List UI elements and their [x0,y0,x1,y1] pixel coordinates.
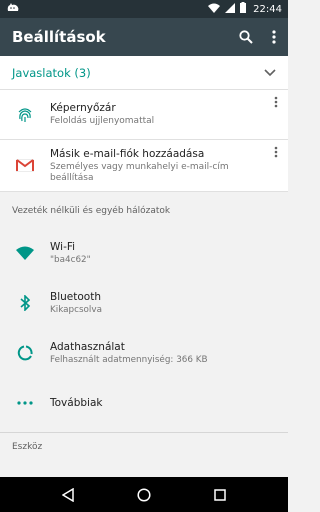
suggestion-title: Másik e-mail-fiók hozzáadása [50,147,205,160]
signal-icon [225,2,236,16]
settings-content: Javaslatok (3) Képernyőzár Feloldás ujjl… [0,56,288,477]
page-title: Beállítások [12,28,106,46]
settings-item-title: Wi-Fi [50,241,76,253]
status-bar: 22:44 [0,0,288,18]
cat-icon [6,2,20,16]
section-title-wireless: Vezeték nélküli és egyéb hálózatok [12,206,171,216]
data-usage-icon [17,345,33,361]
home-button[interactable] [124,477,164,512]
fingerprint-icon [18,107,32,122]
wifi-status-icon [208,3,221,16]
settings-item-title: Bluetooth [50,291,101,303]
settings-item-subtitle: Kikapcsolva [50,305,102,315]
suggestion-menu-button[interactable] [264,90,288,108]
settings-item-more[interactable]: Továbbiak [0,378,288,428]
recents-button[interactable] [200,477,240,512]
back-button[interactable] [48,477,88,512]
more-vert-icon [274,146,278,158]
section-title-device: Eszköz [12,442,43,452]
search-icon [239,30,253,44]
more-horiz-icon [17,401,33,405]
gmail-icon [16,159,34,172]
bluetooth-icon [20,295,30,311]
more-vert-icon [272,30,276,44]
home-icon [137,487,151,502]
settings-item-subtitle: "ba4c62" [50,255,91,265]
status-time: 22:44 [253,3,282,15]
more-vert-icon [274,96,278,108]
suggestion-title: Képernyőzár [50,102,116,114]
suggestion-screen-lock[interactable]: Képernyőzár Feloldás ujjlenyomattal [0,90,288,140]
overflow-menu-button[interactable] [260,18,288,56]
chevron-down-icon [264,68,276,76]
settings-item-wifi[interactable]: Wi-Fi "ba4c62" [0,228,288,278]
suggestion-subtitle: Személyes vagy munkahelyi e-mail-cím beá… [50,161,229,183]
suggestion-menu-button[interactable] [264,140,288,158]
suggestion-subtitle: Feloldás ujjlenyomattal [50,116,155,126]
settings-item-title: Továbbiak [50,397,103,409]
recents-icon [214,488,226,501]
wifi-icon [16,246,34,260]
suggestions-header[interactable]: Javaslatok (3) [0,56,288,90]
navigation-bar [0,477,288,512]
settings-list-wireless: Wi-Fi "ba4c62" Bluetooth Kikapcsolva Ada… [0,228,288,428]
search-button[interactable] [232,18,260,56]
settings-item-data-usage[interactable]: Adathasználat Felhasznált adatmennyiség:… [0,328,288,378]
settings-item-bluetooth[interactable]: Bluetooth Kikapcsolva [0,278,288,328]
app-bar: Beállítások [0,18,288,56]
settings-item-subtitle: Felhasznált adatmennyiség: 366 KB [50,355,208,365]
battery-icon [240,2,247,16]
back-icon [62,487,74,502]
suggestion-add-email[interactable]: Másik e-mail-fiók hozzáadása Személyes v… [0,140,288,192]
suggestions-label: Javaslatok (3) [12,65,91,80]
settings-item-title: Adathasználat [50,341,125,353]
